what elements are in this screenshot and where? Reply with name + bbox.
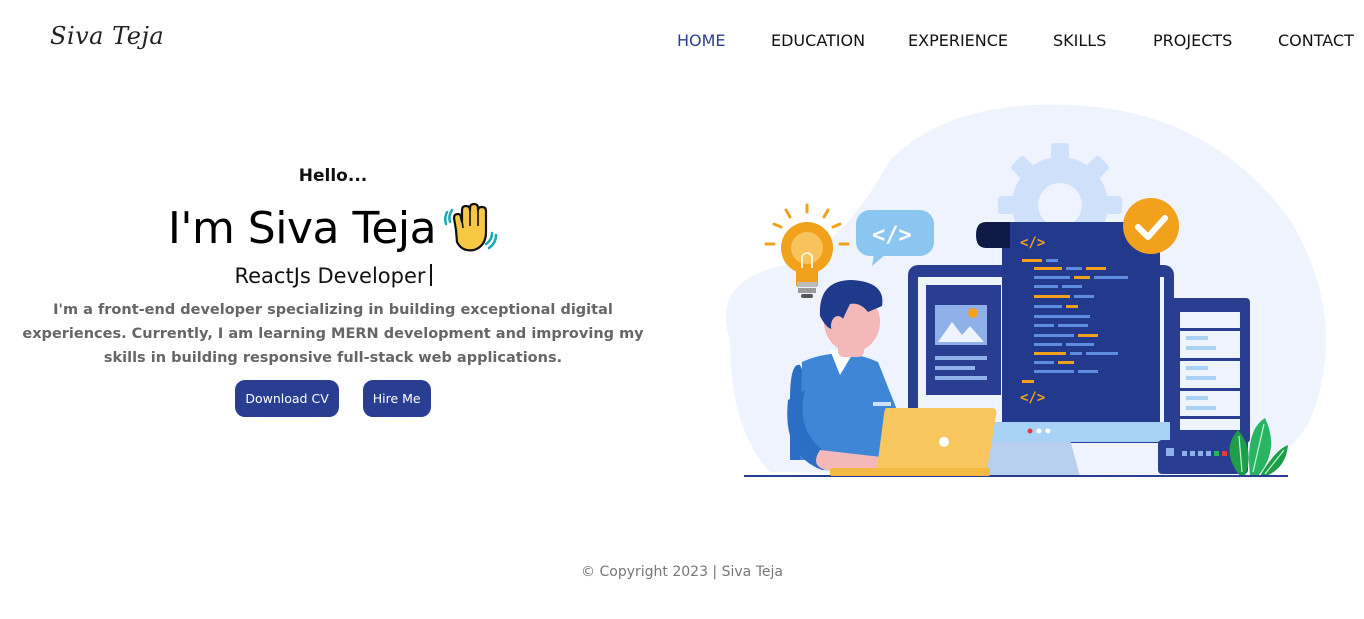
hero-name-line: I'm Siva Teja [10,200,656,256]
developer-illustration: </> </> </> [725,104,1326,477]
nav-home[interactable]: HOME [677,31,726,50]
typing-cursor [429,264,432,286]
code-bubble-text: </> [872,223,912,248]
waving-hand-icon [444,202,498,252]
nav-contact[interactable]: CONTACT [1278,31,1354,50]
main-nav: HOME EDUCATION EXPERIENCE SKILLS PROJECT… [0,31,1364,53]
hero-greeting: Hello... [298,166,368,186]
check-badge-icon [1123,198,1179,254]
code-tag-top: </> [1020,235,1045,251]
nav-education[interactable]: EDUCATION [771,31,865,50]
hero-role: ReactJs Developer [10,264,656,288]
code-tag-bottom: </> [1020,390,1045,406]
hire-me-button[interactable]: Hire Me [362,380,431,417]
hero-role-text: ReactJs Developer [234,264,426,288]
hero-description: I'm a front-end developer specializing i… [22,302,644,366]
hero-name: I'm Siva Teja [167,202,437,254]
hero-buttons: Download CV Hire Me [10,380,656,417]
nav-projects[interactable]: PROJECTS [1153,31,1232,50]
nav-experience[interactable]: EXPERIENCE [908,31,1008,50]
download-cv-button[interactable]: Download CV [235,380,339,417]
nav-skills[interactable]: SKILLS [1053,31,1106,50]
hero-section: Hello... I'm Siva Teja ReactJs Developer… [10,160,656,417]
footer-copyright: © Copyright 2023 | Siva Teja [581,564,783,580]
